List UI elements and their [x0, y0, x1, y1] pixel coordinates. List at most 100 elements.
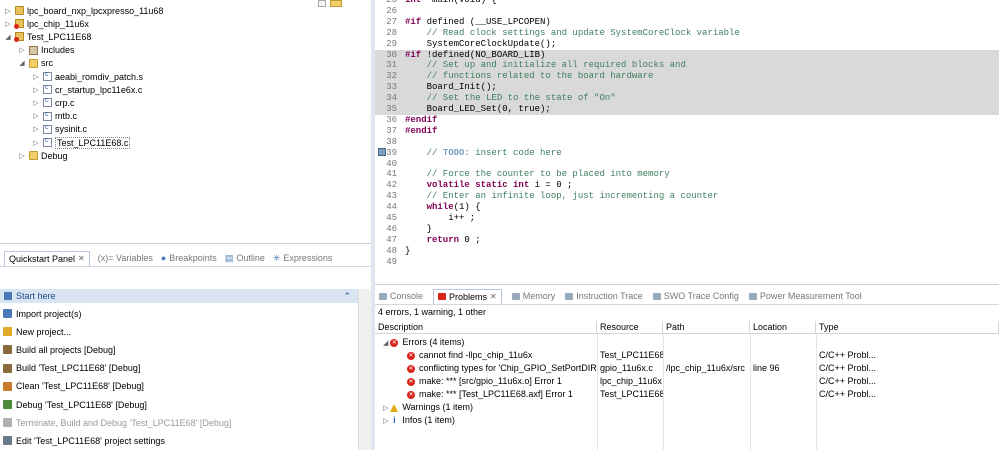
tab-outline[interactable]: ▤ Outline	[225, 253, 265, 264]
tree-item[interactable]: ▷ crp.c	[32, 96, 74, 109]
tab-quickstart[interactable]: Quickstart Panel ✕	[4, 250, 90, 266]
link-editor-icon[interactable]	[330, 0, 342, 7]
problem-row[interactable]: ✕ make: *** [Test_LPC11E68.axf] Error 1 Te…	[375, 388, 999, 401]
collapsed-icon[interactable]: ▷	[18, 46, 26, 54]
code-line[interactable]: 47 return 0 ;	[375, 235, 999, 246]
tree-item[interactable]: ▷ lpc_board_nxp_lpcxpresso_11u68	[4, 4, 163, 17]
code-line[interactable]: 46 }	[375, 224, 999, 235]
problem-row[interactable]: ✕ conflicting types for 'Chip_GPIO_SetPor…	[375, 362, 999, 375]
collapsed-icon[interactable]: ▷	[32, 99, 40, 107]
tree-item[interactable]: ◢ Test_LPC11E68	[4, 30, 91, 43]
code-line[interactable]: 42 volatile static int i = 0 ;	[375, 180, 999, 191]
tree-item[interactable]: ▷ Test_LPC11E68.c	[32, 136, 131, 149]
expanded-icon[interactable]: ◢	[4, 33, 12, 41]
tree-item-label: cr_startup_lpc11e6x.c	[55, 84, 143, 95]
collapsed-icon[interactable]: ▷	[4, 20, 12, 28]
tree-item-label: lpc_chip_11u6x	[27, 18, 89, 29]
tab-memory[interactable]: Memory	[511, 291, 555, 301]
problem-group[interactable]: ◢ ✕ Errors (4 items)	[375, 336, 999, 349]
quickstart-item[interactable]: New project...	[0, 323, 71, 340]
tab-expressions[interactable]: ✳ Expressions	[273, 253, 333, 264]
file-icon	[43, 84, 52, 95]
code-line[interactable]: 29 SystemCoreClockUpdate();	[375, 39, 999, 50]
code-line[interactable]: 39 // TODO: insert code here	[375, 148, 999, 159]
quickstart-item[interactable]: Clean 'Test_LPC11E68' [Debug]	[0, 378, 144, 395]
collapsed-icon[interactable]: ▷	[32, 112, 40, 120]
code-line[interactable]: 40	[375, 159, 999, 170]
code-line[interactable]: 44 while(1) {	[375, 202, 999, 213]
collapse-icon[interactable]: ⌃	[343, 291, 351, 302]
quickstart-section-header[interactable]: Start here ⌃	[0, 289, 371, 303]
tree-item[interactable]: ▷ mtb.c	[32, 110, 77, 123]
code-line[interactable]: 34 // Set the LED to the state of "On"	[375, 93, 999, 105]
tab-console[interactable]: Console	[379, 291, 423, 301]
column-description[interactable]: Description	[375, 321, 597, 334]
code-line[interactable]: 43 // Enter an infinite loop, just incre…	[375, 191, 999, 202]
problem-group[interactable]: ▷ Warnings (1 item)	[375, 401, 999, 414]
tab-variables[interactable]: (x)= Variables	[98, 253, 153, 263]
expanded-icon[interactable]: ◢	[18, 59, 26, 67]
collapsed-icon[interactable]: ▷	[32, 73, 40, 81]
column-resource[interactable]: Resource	[597, 321, 663, 334]
code-line[interactable]: 48}	[375, 246, 999, 257]
column-path[interactable]: Path	[663, 321, 750, 334]
code-line[interactable]: 28 // Read clock settings and update Sys…	[375, 28, 999, 39]
quickstart-item[interactable]: Edit 'Test_LPC11E68' project settings	[0, 432, 165, 449]
code-token: defined (__USE_LPCOPEN)	[421, 16, 551, 27]
close-icon[interactable]: ✕	[78, 254, 85, 263]
collapsed-icon[interactable]: ▷	[383, 405, 390, 412]
code-line[interactable]: 35 Board_LED_Set(0, true);	[375, 104, 999, 115]
code-line[interactable]: 45 i++ ;	[375, 213, 999, 224]
scrollbar[interactable]	[358, 289, 371, 450]
quickstart-item[interactable]: Build all projects [Debug]	[0, 341, 116, 358]
collapsed-icon[interactable]: ▷	[32, 139, 40, 147]
tab-power-measurement-tool[interactable]: Power Measurement Tool	[748, 291, 862, 301]
code-editor[interactable]: 25 int main(void) {26 27 #if defined (__USE…	[375, 0, 999, 284]
code-line[interactable]: 27 #if defined (__USE_LPCOPEN)	[375, 17, 999, 28]
code-line[interactable]: 41 // Force the counter to be placed int…	[375, 169, 999, 180]
line-number: 42	[386, 180, 397, 191]
tree-item[interactable]: ▷ Debug	[18, 149, 67, 162]
collapsed-icon[interactable]: ▷	[18, 152, 26, 160]
code-line[interactable]: 49	[375, 257, 999, 268]
code-line[interactable]: 33 Board_Init();	[375, 82, 999, 94]
tree-item[interactable]: ▷ cr_startup_lpc11e6x.c	[32, 83, 142, 96]
code-line[interactable]: 36 #endif	[375, 115, 999, 126]
collapsed-icon[interactable]: ▷	[383, 418, 390, 425]
cell-description: ✕ cannot find -llpc_chip_11u6x	[375, 349, 597, 362]
code-line[interactable]: 38	[375, 137, 999, 148]
code-line[interactable]: 26	[375, 6, 999, 17]
tree-item[interactable]: ◢ src	[18, 57, 53, 70]
code-token: i++ ;	[405, 213, 476, 223]
quickstart-panel: Quickstart Panel ✕ (x)= Variables ● Break…	[0, 243, 371, 450]
code-line[interactable]: 32 // functions related to the board har…	[375, 71, 999, 83]
cell-text: conflicting types for 'Chip_GPIO_SetPort…	[419, 363, 597, 373]
column-location[interactable]: Location	[750, 321, 816, 334]
quickstart-item[interactable]: Build 'Test_LPC11E68' [Debug]	[0, 360, 140, 377]
tab-problems[interactable]: Problems ✕	[433, 288, 502, 304]
tree-item[interactable]: ▷ aeabi_romdiv_patch.s	[32, 70, 143, 83]
column-type[interactable]: Type	[816, 321, 999, 334]
quickstart-item[interactable]: Import project(s)	[0, 305, 82, 322]
collapsed-icon[interactable]: ▷	[32, 86, 40, 94]
quickstart-item[interactable]: Debug 'Test_LPC11E68' [Debug]	[0, 396, 147, 413]
tab-swo-trace-config[interactable]: SWO Trace Config	[652, 291, 739, 301]
minimize-icon[interactable]	[318, 0, 326, 7]
tree-item[interactable]: ▷ sysinit.c	[32, 123, 87, 136]
close-icon[interactable]: ✕	[490, 292, 497, 301]
collapsed-icon[interactable]: ▷	[4, 7, 12, 15]
code-line[interactable]: 37 #endif	[375, 126, 999, 137]
code-line[interactable]: 30 #if !defined(NO_BOARD_LIB)	[375, 49, 999, 61]
tab-instruction-trace[interactable]: Instruction Trace	[565, 291, 643, 301]
tree-item[interactable]: ▷ Includes	[18, 44, 74, 57]
tab-breakpoints[interactable]: ● Breakpoints	[161, 253, 217, 263]
problem-group[interactable]: ▷ i Infos (1 item)	[375, 414, 999, 427]
problem-row[interactable]: ✕ make: *** [src/gpio_11u6x.o] Error 1 lpc…	[375, 375, 999, 388]
problem-row[interactable]: ✕ cannot find -llpc_chip_11u6x Test_LPC11E…	[375, 349, 999, 362]
tree-item[interactable]: ▷ lpc_chip_11u6x	[4, 17, 89, 30]
cell-text: C/C++ Probl...	[819, 350, 877, 360]
code-line[interactable]: 31 // Set up and initialize all required…	[375, 60, 999, 72]
collapsed-icon[interactable]: ▷	[32, 125, 40, 133]
code-token: // Set the LED to the state of "On"	[426, 93, 616, 104]
expanded-icon[interactable]: ◢	[383, 340, 390, 347]
